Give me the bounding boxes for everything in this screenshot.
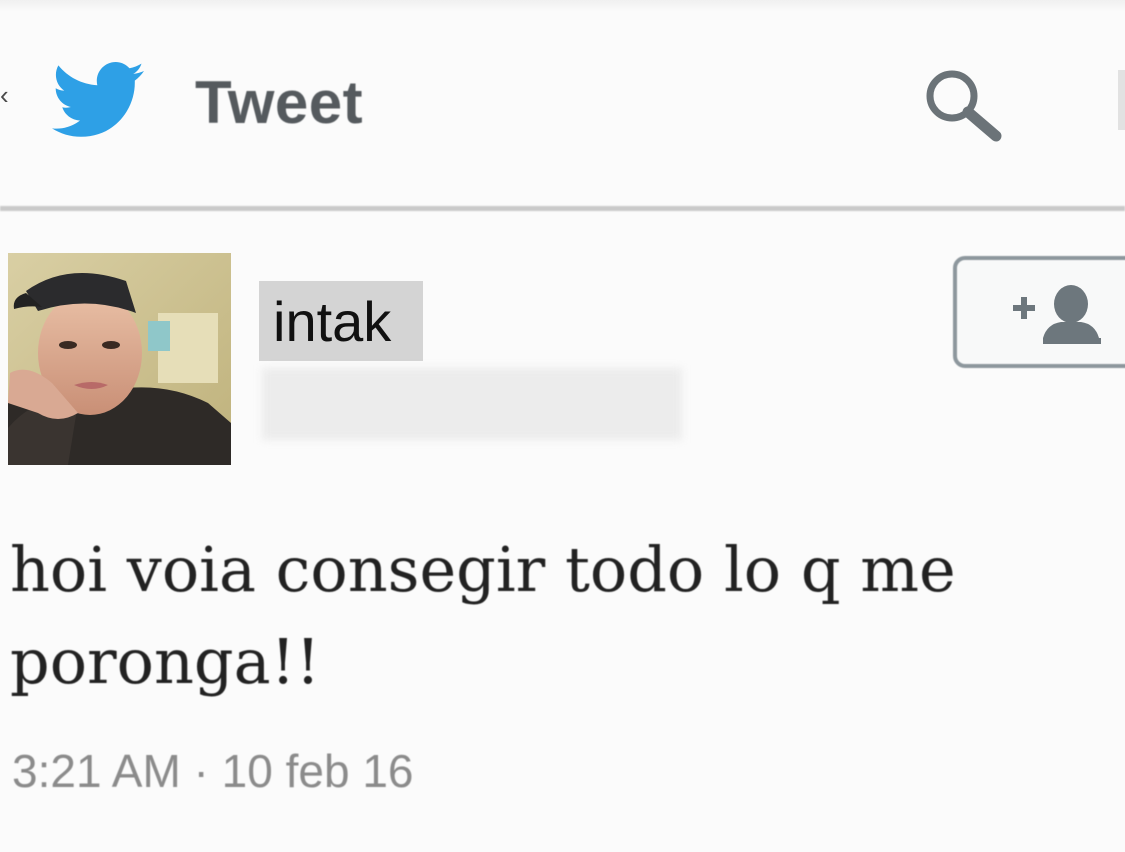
user-photo bbox=[8, 253, 231, 465]
add-user-icon[interactable] bbox=[1005, 282, 1109, 348]
tweet-text: hoi voia consegir todo lo q me poronga!! bbox=[10, 533, 956, 698]
chevron-left-icon[interactable]: ‹ bbox=[0, 83, 10, 107]
tweet-timestamp[interactable]: 3:21 AM · 10 feb 16 bbox=[12, 744, 414, 798]
search-icon[interactable] bbox=[920, 66, 1010, 142]
twitter-bird-icon bbox=[52, 62, 144, 137]
avatar[interactable] bbox=[8, 253, 231, 465]
author-name[interactable]: intak bbox=[273, 290, 391, 354]
redacted-handle bbox=[262, 368, 682, 440]
header-divider bbox=[0, 206, 1125, 211]
overflow-menu-edge[interactable] bbox=[1118, 70, 1125, 130]
app-header: ‹ Tweet bbox=[0, 0, 1125, 208]
page-title: Tweet bbox=[195, 69, 364, 136]
